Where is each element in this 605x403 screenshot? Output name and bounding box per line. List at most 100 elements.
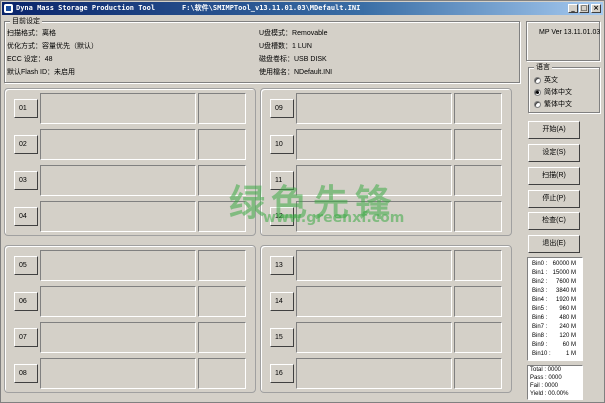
maximize-button[interactable]: □ [579, 4, 589, 13]
bin-name: Bin10 : [532, 351, 551, 357]
bin-name: Bin3 : [532, 288, 548, 294]
port-status-area [40, 358, 196, 389]
app-title: Dyna Mass Storage Production Tool [16, 4, 156, 12]
bin-name: Bin4 : [532, 297, 548, 303]
port-capacity-area [198, 129, 246, 160]
bin-name: Bin2 : [532, 279, 548, 285]
port-slot: 05 [8, 249, 248, 282]
port-number-button[interactable]: 16 [270, 364, 294, 383]
port-capacity-area [454, 250, 502, 281]
lang-traditional-radio[interactable] [534, 101, 541, 108]
stop-button[interactable]: 停止(P) [528, 190, 580, 208]
close-button[interactable]: × [591, 4, 601, 13]
port-slot: 15 [264, 321, 504, 354]
port-number-button[interactable]: 14 [270, 292, 294, 311]
bin-value: 1920 M [555, 297, 576, 303]
bin-value: 3840 M [555, 288, 576, 294]
port-capacity-area [454, 358, 502, 389]
default-flash-id-label: 默认Flash ID：未启用 [7, 69, 76, 76]
port-status-area [296, 93, 452, 124]
port-status-area [40, 322, 196, 353]
bin-value: 60000 M [552, 261, 576, 267]
port-status-area [296, 286, 452, 317]
lang-simplified-radio[interactable] [534, 89, 541, 96]
fail-count: Fail : 0000 [530, 383, 559, 389]
port-slot: 01 [8, 92, 248, 125]
port-status-area [296, 250, 452, 281]
bin-row: Bin2 : 7600 M [532, 278, 576, 286]
scan-format-label: 扫描格式：离格 [7, 30, 56, 37]
bin-row: Bin1 : 15000 M [532, 269, 576, 277]
port-number-button[interactable]: 10 [270, 135, 294, 154]
settings-button[interactable]: 设定(S) [528, 144, 580, 162]
total-count: Total : 0000 [530, 367, 562, 373]
port-number-button[interactable]: 04 [14, 207, 38, 226]
port-capacity-area [198, 93, 246, 124]
port-status-area [40, 129, 196, 160]
bin-value: 15000 M [552, 270, 576, 276]
port-capacity-area [198, 286, 246, 317]
port-status-area [296, 358, 452, 389]
port-number-button[interactable]: 05 [14, 256, 38, 275]
yield-rate: Yield : 00.00% [530, 391, 569, 397]
port-slot: 02 [8, 128, 248, 161]
check-button[interactable]: 检查(C) [528, 212, 580, 230]
port-slot: 06 [8, 285, 248, 318]
port-number-button[interactable]: 09 [270, 99, 294, 118]
port-status-area [40, 250, 196, 281]
exit-button[interactable]: 退出(E) [528, 235, 580, 253]
port-number-button[interactable]: 07 [14, 328, 38, 347]
port-number-button[interactable]: 03 [14, 171, 38, 190]
port-number-button[interactable]: 15 [270, 328, 294, 347]
watermark-url: www.greenxf.com [263, 210, 405, 226]
port-slot: 10 [264, 128, 504, 161]
port-number-button[interactable]: 06 [14, 292, 38, 311]
bin-row: Bin6 : 480 M [532, 314, 576, 322]
minimize-button[interactable]: _ [568, 4, 578, 13]
port-capacity-area [198, 358, 246, 389]
port-status-area [296, 129, 452, 160]
bin-row: Bin5 : 960 M [532, 305, 576, 313]
bin-row: Bin4 : 1920 M [532, 296, 576, 304]
port-capacity-area [454, 322, 502, 353]
lang-simplified-label[interactable]: 简体中文 [544, 88, 572, 97]
bin-value: 960 M [559, 306, 576, 312]
version-box [526, 21, 600, 61]
port-number-button[interactable]: 13 [270, 256, 294, 275]
main-window: Dyna Mass Storage Production Tool F:\软件\… [0, 0, 605, 403]
port-slot: 09 [264, 92, 504, 125]
bin-row: Bin8 : 120 M [532, 332, 576, 340]
port-status-area [40, 93, 196, 124]
lang-english-radio[interactable] [534, 77, 541, 84]
bin-name: Bin0 : [532, 261, 548, 267]
title-bar[interactable]: Dyna Mass Storage Production Tool F:\软件\… [2, 2, 603, 15]
bin-value: 120 M [559, 333, 576, 339]
bin-row: Bin0 : 60000 M [532, 260, 576, 268]
optimize-mode-label: 优化方式：容量优先（默认） [7, 43, 98, 50]
port-capacity-area [198, 250, 246, 281]
port-slot: 08 [8, 357, 248, 390]
bin-row: Bin10 : 1 M [532, 350, 576, 358]
port-panel-1: 01 02 03 04 [4, 88, 256, 236]
app-icon [4, 4, 13, 13]
scan-button[interactable]: 扫描(R) [528, 167, 580, 185]
lang-english-label[interactable]: 英文 [544, 76, 558, 85]
bin-name: Bin8 : [532, 333, 548, 339]
port-number-button[interactable]: 01 [14, 99, 38, 118]
statistics-box: Total : 0000 Pass : 0000 Fail : 0000 Yie… [527, 365, 583, 400]
port-panel-4: 13 14 15 16 [260, 245, 512, 393]
bin-row: Bin7 : 240 M [532, 323, 576, 331]
port-status-area [40, 286, 196, 317]
port-number-button[interactable]: 08 [14, 364, 38, 383]
port-number-button[interactable]: 02 [14, 135, 38, 154]
bin-row: Bin3 : 3840 M [532, 287, 576, 295]
port-capacity-area [454, 165, 502, 196]
lang-traditional-label[interactable]: 繁体中文 [544, 100, 572, 109]
port-capacity-area [454, 129, 502, 160]
start-button[interactable]: 开始(A) [528, 121, 580, 139]
port-status-area [40, 165, 196, 196]
lun-count-label: U盘槽数：1 LUN [259, 43, 312, 50]
port-capacity-area [198, 322, 246, 353]
current-settings-title: 目前设定 [10, 17, 42, 26]
port-slot: 16 [264, 357, 504, 390]
